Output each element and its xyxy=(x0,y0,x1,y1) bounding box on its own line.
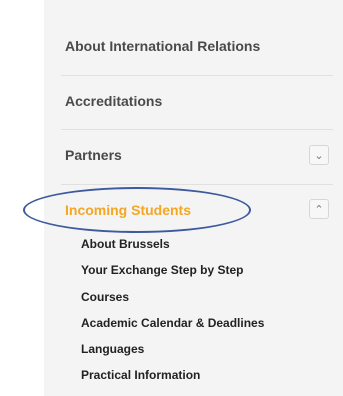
submenu-label: Languages xyxy=(81,342,145,356)
submenu-label: Courses xyxy=(81,290,130,304)
sidebar-item-label: Partners xyxy=(65,147,122,163)
sidebar-item-about-international-relations[interactable]: About International Relations xyxy=(65,38,333,54)
sidebar-item-partners[interactable]: Partners xyxy=(65,147,333,163)
submenu-item-about-brussels[interactable]: About Brussels xyxy=(81,237,170,251)
collapse-toggle-incoming-students[interactable]: ⌃ xyxy=(309,199,329,219)
submenu-item-exchange-steps[interactable]: Your Exchange Step by Step xyxy=(81,263,243,277)
submenu-item-academic-calendar[interactable]: Academic Calendar & Deadlines xyxy=(81,316,264,330)
submenu-item-courses[interactable]: Courses xyxy=(81,290,129,304)
highlight-ellipse xyxy=(23,187,251,233)
sidebar-item-label: About International Relations xyxy=(65,38,261,54)
divider xyxy=(61,184,333,185)
chevron-up-icon: ⌃ xyxy=(314,203,324,216)
submenu-label: About Brussels xyxy=(81,237,170,251)
chevron-down-icon: ⌄ xyxy=(314,149,324,162)
sidebar-item-label: Accreditations xyxy=(65,93,163,109)
expand-toggle-partners[interactable]: ⌄ xyxy=(309,145,329,165)
submenu-item-practical-information[interactable]: Practical Information xyxy=(81,368,200,382)
submenu-label: Practical Information xyxy=(81,368,201,382)
submenu-item-languages[interactable]: Languages xyxy=(81,342,144,356)
sidebar-item-accreditations[interactable]: Accreditations xyxy=(65,93,333,109)
divider xyxy=(61,75,333,76)
submenu-label: Your Exchange Step by Step xyxy=(81,263,244,277)
divider xyxy=(61,129,333,130)
submenu-label: Academic Calendar & Deadlines xyxy=(81,316,265,330)
